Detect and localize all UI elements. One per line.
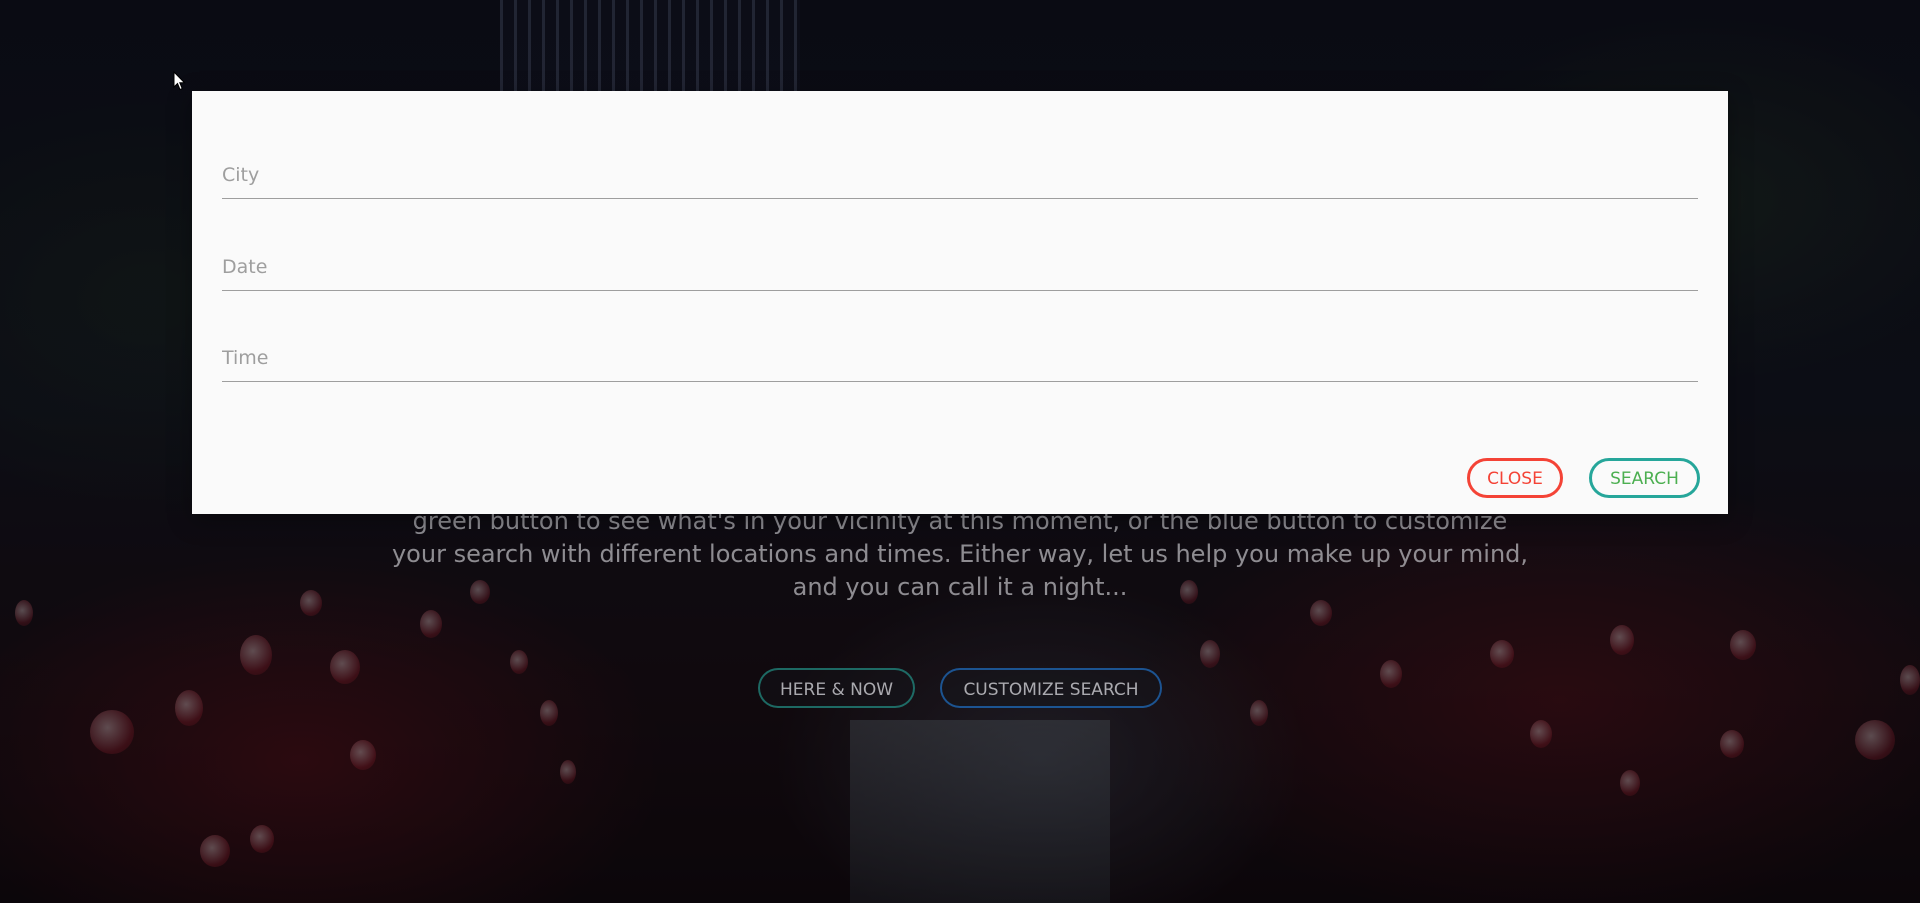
hero-line-3: and you can call it a night... <box>792 573 1128 601</box>
here-and-now-button[interactable]: HERE & NOW <box>758 668 915 708</box>
mouse-pointer-icon <box>173 71 186 91</box>
date-field <box>222 246 1698 291</box>
time-field <box>222 337 1698 382</box>
city-field <box>222 154 1698 199</box>
date-input[interactable] <box>222 246 1698 288</box>
hero-description: green button to see what's in your vicin… <box>380 505 1540 604</box>
city-input[interactable] <box>222 154 1698 196</box>
search-button[interactable]: SEARCH <box>1589 458 1700 498</box>
close-button[interactable]: CLOSE <box>1467 458 1563 498</box>
customize-search-button[interactable]: CUSTOMIZE SEARCH <box>940 668 1162 708</box>
search-modal: CLOSE SEARCH <box>192 91 1728 514</box>
hero-line-2: your search with different locations and… <box>391 540 1529 568</box>
time-input[interactable] <box>222 337 1698 379</box>
